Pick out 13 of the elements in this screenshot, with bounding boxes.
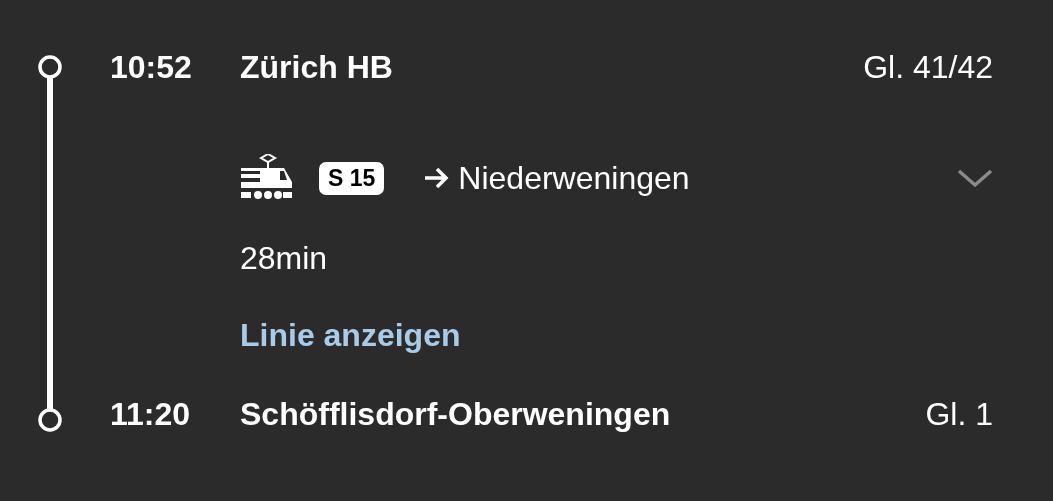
departure-time: 11:20 — [110, 395, 192, 433]
platform-label: Gl. 1 — [925, 395, 993, 433]
departure-time: 10:52 — [110, 48, 193, 86]
chevron-icon[interactable] — [957, 168, 993, 188]
duration-label: 28min — [240, 240, 329, 277]
line-badge: S 15 — [319, 161, 385, 195]
platform-label: Gl. 41/42 — [863, 48, 993, 86]
arrow-icon — [424, 167, 451, 189]
show-line-link[interactable]: Linie anzeigen — [240, 317, 461, 354]
direction-label: Niederweningen — [458, 159, 691, 197]
station-name: Schöfflisdorf-Oberweningen — [240, 395, 672, 433]
station-name: Zürich HB — [240, 48, 394, 86]
train-icon — [240, 154, 293, 202]
